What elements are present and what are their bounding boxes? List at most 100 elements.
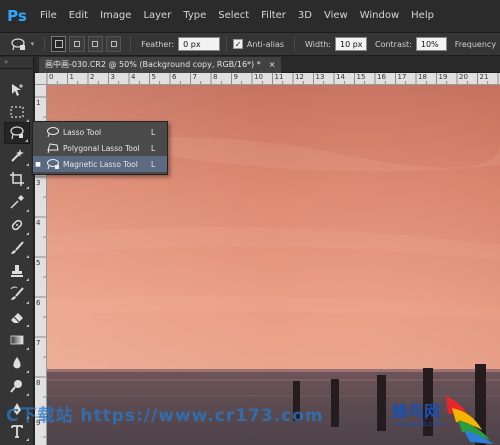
crop-icon bbox=[10, 172, 24, 186]
history-brush-tool[interactable] bbox=[4, 283, 30, 305]
feather-label: Feather: bbox=[141, 39, 175, 49]
menu-image[interactable]: Image bbox=[94, 0, 137, 32]
divider bbox=[226, 36, 228, 52]
post bbox=[331, 379, 339, 427]
ruler-label: 4 bbox=[36, 219, 41, 227]
post bbox=[377, 375, 386, 431]
blur-tool[interactable] bbox=[4, 352, 30, 374]
menu-help[interactable]: Help bbox=[405, 0, 440, 32]
document-title: 画中画-030.CR2 @ 50% (Background copy, RGB/… bbox=[45, 60, 261, 69]
flyout-item-magnetic-lasso[interactable]: ■ Magnetic Lasso Tool L bbox=[33, 156, 167, 172]
frequency-label: Frequency bbox=[454, 39, 497, 49]
toolbox-collapse-icon[interactable]: » bbox=[0, 57, 33, 69]
close-icon[interactable]: × bbox=[269, 57, 276, 73]
marquee-icon bbox=[10, 106, 24, 118]
ruler-label: 10 bbox=[254, 73, 263, 81]
ruler-label: 3 bbox=[110, 73, 115, 81]
chevron-down-icon[interactable]: ▾ bbox=[31, 40, 39, 48]
clone-stamp-tool[interactable] bbox=[4, 260, 30, 282]
add-selection-button[interactable] bbox=[69, 36, 85, 52]
width-input[interactable]: 10 px bbox=[334, 37, 367, 51]
menu-bar: Ps File Edit Image Layer Type Select Fil… bbox=[0, 0, 500, 32]
ruler-label: 7 bbox=[192, 73, 197, 81]
brush-tool[interactable] bbox=[4, 237, 30, 259]
menu-select[interactable]: Select bbox=[212, 0, 255, 32]
menu-type[interactable]: Type bbox=[177, 0, 212, 32]
menu-3d[interactable]: 3D bbox=[292, 0, 318, 32]
ruler-label: 7 bbox=[36, 339, 41, 347]
eraser-icon bbox=[11, 313, 23, 323]
app-logo: Ps bbox=[7, 7, 27, 25]
ruler-label: 0 bbox=[49, 73, 54, 81]
move-tool[interactable] bbox=[4, 79, 30, 101]
flyout-item-label: Lasso Tool bbox=[63, 127, 102, 137]
ruler-label: 4 bbox=[131, 73, 136, 81]
lasso-tool[interactable] bbox=[4, 122, 30, 144]
dodge-tool[interactable] bbox=[4, 375, 30, 397]
lasso-icon bbox=[47, 127, 59, 138]
move-icon bbox=[12, 84, 23, 96]
shortcut-key: L bbox=[151, 143, 156, 153]
crop-tool[interactable] bbox=[4, 168, 30, 190]
blur-icon bbox=[13, 357, 21, 369]
contrast-label: Contrast: bbox=[374, 39, 412, 49]
dodge-icon bbox=[10, 380, 22, 393]
ruler-label: 17 bbox=[397, 73, 407, 81]
horizontal-ruler: 012345678910111213141516171819202122 bbox=[35, 73, 500, 85]
lasso-tools-flyout: Lasso Tool L Polygonal Lasso Tool L ■ Ma… bbox=[32, 121, 168, 175]
new-selection-button[interactable] bbox=[51, 36, 67, 52]
ruler-label: 6 bbox=[172, 73, 177, 81]
polygonal-lasso-icon bbox=[47, 143, 59, 154]
ruler-label: 1 bbox=[36, 99, 41, 107]
menu-edit[interactable]: Edit bbox=[63, 0, 94, 32]
ruler-label: 18 bbox=[418, 73, 427, 81]
selected-bullet: ■ bbox=[35, 160, 41, 168]
path-select-tool[interactable] bbox=[4, 440, 30, 445]
marquee-tool[interactable] bbox=[4, 101, 30, 123]
ruler-label: 8 bbox=[213, 73, 218, 81]
document-tab[interactable]: 画中画-030.CR2 @ 50% (Background copy, RGB/… bbox=[39, 57, 282, 73]
ruler-ticks bbox=[46, 73, 499, 84]
divider bbox=[130, 36, 132, 52]
photoshop-window: Ps File Edit Image Layer Type Select Fil… bbox=[0, 0, 500, 445]
shortcut-key: L bbox=[151, 159, 156, 169]
ruler-label: 9 bbox=[233, 73, 238, 81]
ruler-label: 6 bbox=[36, 299, 41, 307]
antialias-checkbox[interactable]: ✓ bbox=[233, 39, 243, 49]
feather-input[interactable]: 0 px bbox=[178, 37, 221, 51]
menu-view[interactable]: View bbox=[318, 0, 354, 32]
ruler-label: 11 bbox=[274, 73, 284, 81]
magic-wand-icon bbox=[11, 149, 24, 162]
menu-window[interactable]: Window bbox=[354, 0, 405, 32]
shortcut-key: L bbox=[151, 127, 156, 137]
ruler-label: 1 bbox=[69, 73, 74, 81]
menu-layer[interactable]: Layer bbox=[137, 0, 177, 32]
menu-filter[interactable]: Filter bbox=[255, 0, 292, 32]
eyedropper-tool[interactable] bbox=[4, 191, 30, 213]
ruler-label: 15 bbox=[356, 73, 366, 81]
magnetic-lasso-icon bbox=[11, 38, 26, 51]
clone-stamp-icon bbox=[11, 265, 23, 277]
magnetic-lasso-icon bbox=[47, 159, 59, 170]
ruler-label: 19 bbox=[438, 73, 448, 81]
magic-wand-tool[interactable] bbox=[4, 145, 30, 167]
gradient-icon bbox=[10, 335, 24, 345]
contrast-input[interactable]: 10% bbox=[415, 37, 447, 51]
ruler-label: 5 bbox=[151, 73, 156, 81]
options-bar: ▾ Feather: 0 px ✓ Anti-alias Width: 10 p… bbox=[0, 32, 500, 56]
gradient-tool[interactable] bbox=[4, 329, 30, 351]
ruler-label: 20 bbox=[459, 73, 468, 81]
eraser-tool[interactable] bbox=[4, 306, 30, 328]
menu-file[interactable]: File bbox=[34, 0, 63, 32]
subtract-selection-button[interactable] bbox=[87, 36, 103, 52]
eyedropper-icon bbox=[10, 195, 24, 209]
tool-preset-picker[interactable] bbox=[6, 34, 31, 54]
ruler-label: 13 bbox=[315, 73, 325, 81]
width-label: Width: bbox=[305, 39, 331, 49]
healing-brush-tool[interactable] bbox=[4, 214, 30, 236]
brush-icon bbox=[11, 241, 24, 254]
flyout-item-lasso[interactable]: Lasso Tool L bbox=[33, 124, 167, 140]
intersect-selection-button[interactable] bbox=[105, 36, 122, 52]
flyout-item-polygonal-lasso[interactable]: Polygonal Lasso Tool L bbox=[33, 140, 167, 156]
ruler-label: 5 bbox=[36, 259, 41, 267]
